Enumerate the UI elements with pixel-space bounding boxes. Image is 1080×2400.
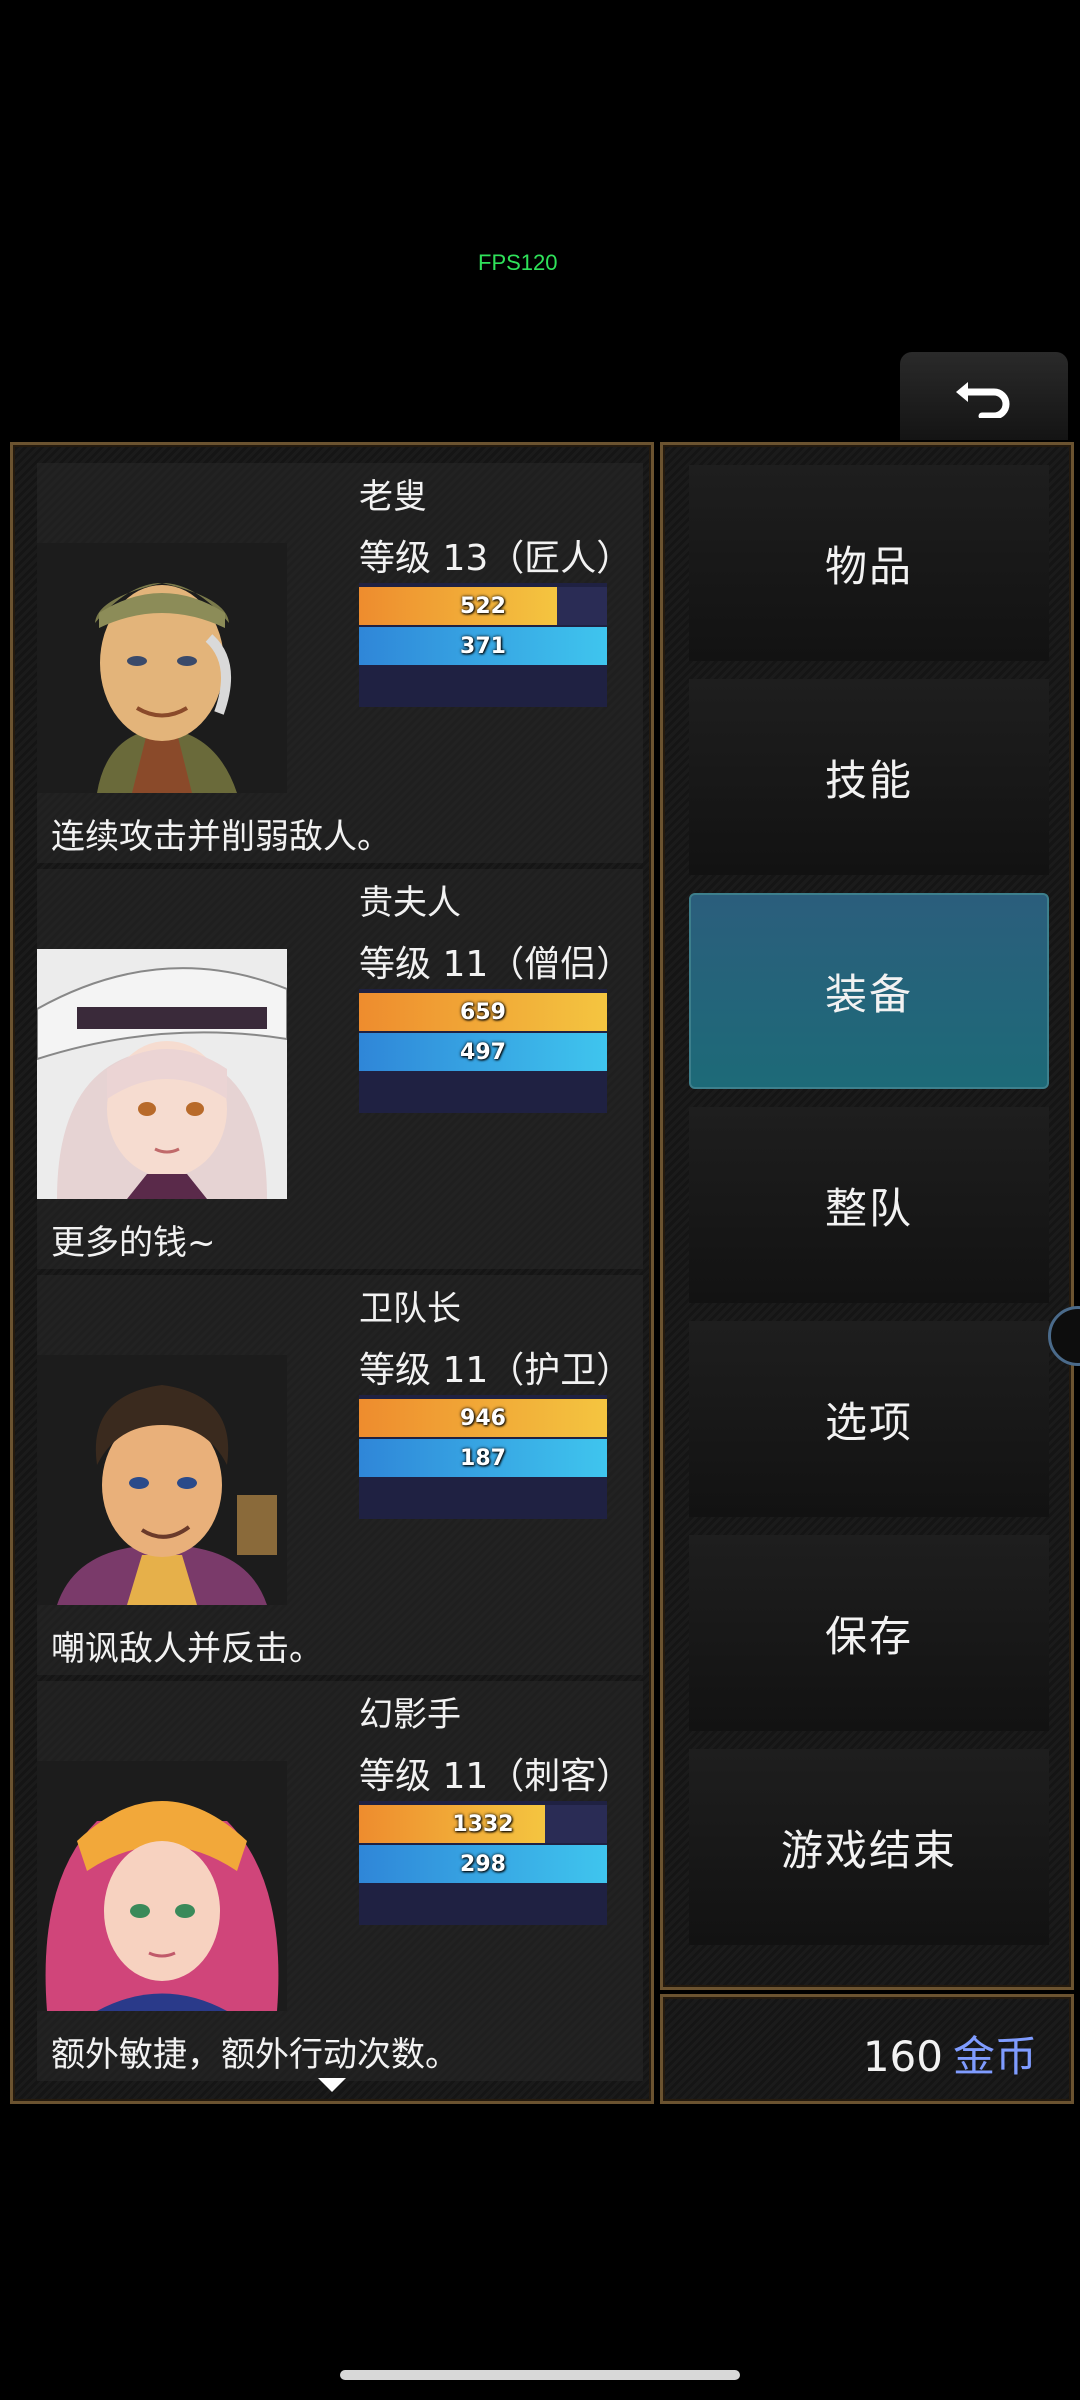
portrait-old-man <box>37 543 287 793</box>
fps-counter: FPS120 <box>478 250 558 275</box>
command-menu: 物品 技能 装备 整队 选项 保存 游戏结束 <box>660 442 1074 1990</box>
member-skill: 额外敏捷，额外行动次数。 <box>51 2035 459 2075</box>
return-arrow-icon <box>956 382 1010 418</box>
party-member-old-man[interactable]: 老叟 等级 13（匠人） 522 371 连续攻击并削弱敌人。 <box>37 463 643 863</box>
member-name: 贵夫人 <box>359 883 461 923</box>
menu-item-options[interactable]: 选项 <box>689 1321 1049 1517</box>
stat-bars: 659 497 <box>359 989 607 1113</box>
party-panel: 老叟 等级 13（匠人） 522 371 连续攻击并削弱敌人。 贵夫人 等级 1… <box>10 442 654 2104</box>
home-indicator[interactable] <box>340 2370 740 2380</box>
member-name: 老叟 <box>359 477 427 517</box>
mp-value: 497 <box>460 1039 506 1065</box>
portrait-lady <box>37 949 287 1199</box>
gold-window: 160 金币 <box>660 1994 1074 2104</box>
menu-item-formation[interactable]: 整队 <box>689 1107 1049 1303</box>
hp-value: 659 <box>460 999 506 1025</box>
hp-value: 1332 <box>452 1811 514 1837</box>
member-name: 幻影手 <box>359 1695 461 1735</box>
party-member-guard-captain[interactable]: 卫队长 等级 11（护卫） 946 187 嘲讽敌人并反击。 <box>37 1275 643 1675</box>
menu-item-game-end[interactable]: 游戏结束 <box>689 1749 1049 1945</box>
menu-item-skills[interactable]: 技能 <box>689 679 1049 875</box>
member-level: 等级 11（护卫） <box>359 1350 633 1391</box>
portrait-guard-captain <box>37 1355 287 1605</box>
scroll-down-arrow-icon[interactable] <box>318 2078 346 2092</box>
back-button[interactable] <box>900 352 1068 440</box>
gold-unit: 金币 <box>952 2032 1037 2081</box>
stat-bars: 1332 298 <box>359 1801 607 1925</box>
mp-value: 187 <box>460 1445 506 1471</box>
stat-bars: 946 187 <box>359 1395 607 1519</box>
mp-value: 298 <box>460 1851 506 1877</box>
portrait-phantom <box>37 1761 287 2011</box>
party-member-lady[interactable]: 贵夫人 等级 11（僧侣） 659 497 更多的钱~ <box>37 869 643 1269</box>
menu-item-equipment[interactable]: 装备 <box>689 893 1049 1089</box>
stat-bars: 522 371 <box>359 583 607 707</box>
hp-value: 946 <box>460 1405 506 1431</box>
hp-value: 522 <box>460 593 506 619</box>
member-name: 卫队长 <box>359 1289 461 1329</box>
menu-item-save[interactable]: 保存 <box>689 1535 1049 1731</box>
member-skill: 连续攻击并削弱敌人。 <box>51 817 391 857</box>
gold-display: 160 金币 <box>863 2023 1037 2084</box>
party-member-phantom[interactable]: 幻影手 等级 11（刺客） 1332 298 额外敏捷，额外行动次数。 <box>37 1681 643 2081</box>
member-level: 等级 11（刺客） <box>359 1756 633 1797</box>
member-level: 等级 11（僧侣） <box>359 944 633 985</box>
gold-amount: 160 <box>862 2032 943 2081</box>
member-skill: 嘲讽敌人并反击。 <box>51 1629 323 1669</box>
member-skill: 更多的钱~ <box>51 1223 216 1263</box>
mp-value: 371 <box>460 633 506 659</box>
member-level: 等级 13（匠人） <box>359 538 633 579</box>
menu-item-items[interactable]: 物品 <box>689 465 1049 661</box>
